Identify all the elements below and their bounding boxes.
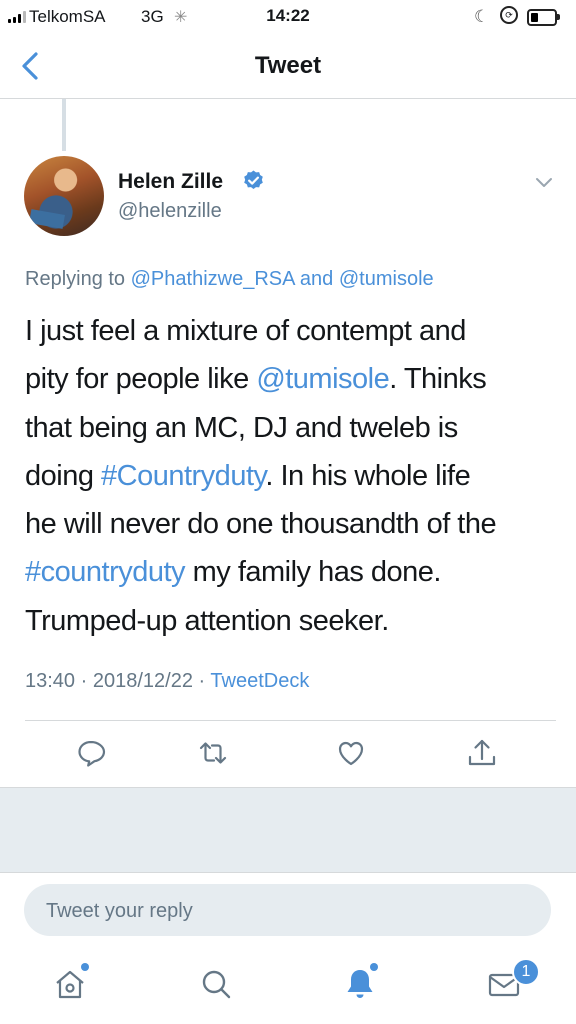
meta-separator: · [198,670,206,692]
comment-icon[interactable] [75,737,107,769]
notifications-unread-dot [370,963,378,971]
meta-separator: · [80,670,88,692]
tweet-text-line: I just feel a mixture of contempt and [25,315,466,347]
tweet-source-link[interactable]: TweetDeck [210,670,309,692]
replying-to-line: Replying to @Phathizwe_RSA and @tumisole [25,268,434,291]
mention-link[interactable]: @tumisole [256,363,389,395]
chevron-down-icon[interactable] [534,176,554,190]
hashtag-link[interactable]: #Countryduty [101,460,266,492]
status-time: 14:22 [266,6,310,25]
tweet-meta: 13:40 · 2018/12/22 · TweetDeck [25,670,309,693]
tweet-text-line: that being an MC, DJ and tweleb is [25,411,458,444]
search-icon[interactable] [196,964,236,1004]
tweet-text-line: Trumped-up attention seeker. [25,604,389,637]
thread-connector-line [62,99,66,151]
reply-input[interactable] [44,884,528,938]
tweet-time: 13:40 [25,670,76,692]
tweet-date: 2018/12/22 [92,670,193,692]
reply-and-text[interactable]: and [300,268,333,290]
divider [25,720,556,721]
author-handle[interactable]: @helenzille [118,200,222,223]
reply-composer[interactable] [24,884,551,938]
tweet-text-segment: . Thinks [389,363,487,396]
status-bar: TelkomSA 3G ✳ 14:22 ☾ ⟳ [0,0,576,34]
home-unread-dot [81,963,89,971]
tweet-text-segment: my family has done. [185,556,442,589]
messages-badge: 1 [512,958,540,986]
retweet-icon[interactable] [197,737,229,769]
page-title: Tweet [254,52,322,79]
tweet-text-segment: doing [25,459,102,492]
reply-mention-link[interactable]: @tumisole [339,268,434,290]
tweet-text-segment: . In his whole life [265,459,471,492]
verified-badge-icon [244,170,263,190]
navigation-bar: Tweet [0,34,576,99]
do-not-disturb-icon: ☾ [474,7,490,26]
replies-area [0,787,576,873]
battery-icon [527,9,560,26]
heart-icon[interactable] [335,737,367,769]
avatar[interactable] [24,156,104,236]
tweet-text-line: he will never do one thousandth of the [25,508,497,541]
tweet-text-segment: pity for people like [25,363,257,396]
author-name[interactable]: Helen Zille [118,170,223,194]
tweet-text: I just feel a mixture of contempt and pi… [25,307,565,645]
hashtag-link[interactable]: #countryduty [25,556,186,588]
orientation-lock-icon: ⟳ [500,6,518,24]
reply-mention-link[interactable]: @Phathizwe_RSA [131,268,295,290]
replying-to-label: Replying to [25,268,126,290]
share-icon[interactable] [466,737,498,769]
